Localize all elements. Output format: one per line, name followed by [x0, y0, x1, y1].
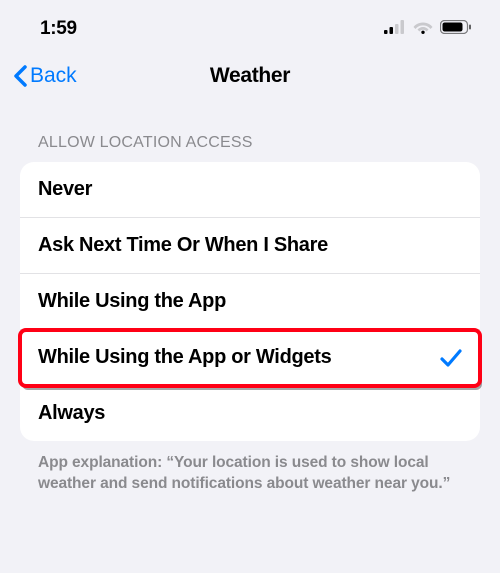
section-header: ALLOW LOCATION ACCESS — [20, 106, 480, 162]
option-while-using-app[interactable]: While Using the App — [20, 274, 480, 330]
navigation-bar: Back Weather — [0, 50, 500, 106]
option-while-using-app-or-widgets[interactable]: While Using the App or Widgets — [20, 330, 480, 386]
status-bar: 1:59 — [0, 0, 500, 50]
page-title: Weather — [210, 64, 290, 88]
back-label: Back — [30, 64, 77, 88]
option-label: While Using the App — [38, 290, 226, 313]
option-label: While Using the App or Widgets — [38, 346, 331, 369]
option-label: Always — [38, 402, 105, 425]
back-button[interactable]: Back — [12, 64, 77, 88]
wifi-icon — [413, 20, 433, 39]
content-area: ALLOW LOCATION ACCESS Never Ask Next Tim… — [0, 106, 500, 495]
option-label: Never — [38, 178, 92, 201]
status-icons — [384, 20, 472, 39]
option-label: Ask Next Time Or When I Share — [38, 234, 328, 257]
checkmark-icon — [440, 348, 462, 368]
location-access-list: Never Ask Next Time Or When I Share Whil… — [20, 162, 480, 441]
chevron-left-icon — [12, 64, 28, 88]
option-always[interactable]: Always — [20, 386, 480, 441]
option-ask-next-time[interactable]: Ask Next Time Or When I Share — [20, 218, 480, 274]
battery-icon — [440, 20, 472, 39]
status-time: 1:59 — [40, 18, 77, 40]
option-never[interactable]: Never — [20, 162, 480, 218]
section-footer: App explanation: “Your location is used … — [20, 441, 480, 495]
cellular-signal-icon — [384, 20, 406, 39]
